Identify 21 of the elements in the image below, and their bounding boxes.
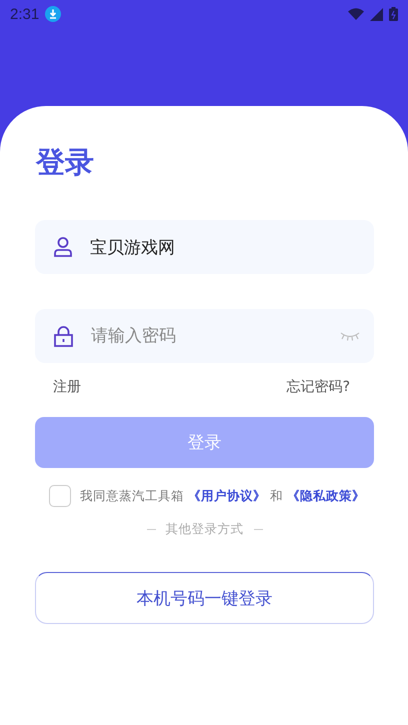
forgot-password-link[interactable]: 忘记密码? xyxy=(286,378,350,398)
register-link[interactable]: 注册 xyxy=(53,378,81,398)
policy-link[interactable]: 《用户协议》 xyxy=(188,488,266,502)
user-icon xyxy=(54,237,72,257)
lock-icon xyxy=(54,326,73,346)
agreement-text: 我同意蒸汽工具箱 《用户协议》 和 《隐私政策》 xyxy=(80,488,366,504)
signal-icon xyxy=(370,8,383,20)
status-time: 2:31 xyxy=(10,6,40,22)
page-title: 登录 xyxy=(36,144,94,180)
download-icon xyxy=(45,6,62,22)
wifi-icon xyxy=(348,8,364,20)
password-field[interactable]: 请输入密码 xyxy=(35,309,374,363)
closed-eye-icon[interactable] xyxy=(340,331,360,341)
battery-icon xyxy=(389,7,398,21)
username-field[interactable]: 宝贝游戏网 xyxy=(35,220,374,274)
password-input[interactable]: 请输入密码 xyxy=(89,325,324,347)
phone-login-button[interactable]: 本机号码一键登录 xyxy=(35,572,374,624)
other-login-label: 其他登录方式 xyxy=(166,521,244,538)
policy-link[interactable]: 《隐私政策》 xyxy=(287,488,365,502)
agreement-checkbox[interactable] xyxy=(49,485,71,507)
username-input[interactable]: 宝贝游戏网 xyxy=(88,236,360,258)
